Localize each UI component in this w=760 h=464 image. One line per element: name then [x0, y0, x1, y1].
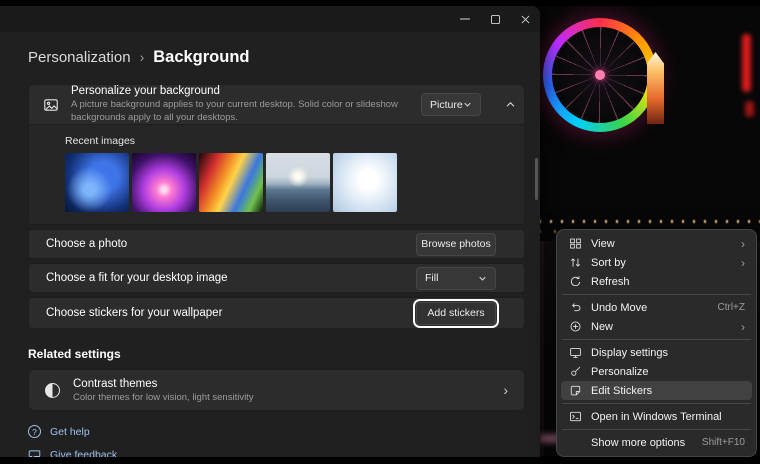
- menu-item-label: Display settings: [591, 347, 668, 359]
- get-help-label: Get help: [50, 426, 90, 438]
- sticker-icon: [568, 384, 582, 397]
- shoreline-lights: [539, 220, 760, 223]
- chevron-up-icon[interactable]: [505, 99, 516, 110]
- menu-item-display-settings[interactable]: Display settings: [561, 343, 752, 362]
- contrast-themes-subtitle: Color themes for low vision, light sensi…: [73, 392, 254, 403]
- choose-photo-row: Choose a photo Browse photos: [28, 229, 525, 259]
- related-settings-heading: Related settings: [28, 347, 525, 361]
- menu-item-view[interactable]: View ›: [561, 234, 752, 253]
- menu-item-personalize[interactable]: Personalize: [561, 362, 752, 381]
- menu-item-edit-stickers[interactable]: Edit Stickers: [561, 381, 752, 400]
- menu-item-label: Sort by: [591, 257, 626, 269]
- choose-photo-label: Choose a photo: [46, 238, 416, 250]
- help-icon: ?: [28, 425, 41, 438]
- menu-item-sort-by[interactable]: Sort by ›: [561, 253, 752, 272]
- picture-icon: [43, 97, 59, 113]
- menu-item-undo-move[interactable]: Undo Move Ctrl+Z: [561, 298, 752, 317]
- card-description: A picture background applies to your cur…: [71, 99, 409, 124]
- breadcrumb-parent[interactable]: Personalization: [28, 49, 131, 66]
- menu-item-shortcut: Shift+F10: [702, 437, 745, 448]
- fit-dropdown[interactable]: Fill: [416, 267, 496, 290]
- menu-separator: [562, 403, 751, 404]
- scrollbar[interactable]: [535, 158, 538, 200]
- menu-separator: [562, 339, 751, 340]
- recent-image-4[interactable]: [266, 153, 330, 212]
- recent-image-3[interactable]: [199, 153, 263, 212]
- close-icon: [521, 15, 530, 24]
- chevron-down-icon: [463, 100, 472, 109]
- red-light-streak-small: [745, 101, 754, 117]
- titlebar: [0, 6, 540, 32]
- personalize-background-expander[interactable]: Personalize your background A picture ba…: [28, 84, 525, 124]
- view-icon: [568, 237, 582, 250]
- add-stickers-button[interactable]: Add stickers: [416, 302, 496, 325]
- chevron-down-icon: [478, 274, 487, 283]
- recent-images-row: [65, 153, 510, 212]
- card-text: Personalize your background A picture ba…: [71, 85, 409, 124]
- settings-content: Personalize your background A picture ba…: [28, 84, 525, 464]
- display-icon: [568, 346, 582, 359]
- maximize-icon: [491, 15, 500, 24]
- contrast-themes-card[interactable]: Contrast themes Color themes for low vis…: [28, 369, 525, 411]
- menu-item-label: Show more options: [591, 437, 685, 449]
- background-type-value: Picture: [430, 99, 463, 111]
- recent-image-2[interactable]: [132, 153, 196, 212]
- choose-stickers-row: Choose stickers for your wallpaper Add s…: [28, 297, 525, 329]
- lit-tower: [647, 52, 664, 124]
- menu-separator: [562, 294, 751, 295]
- card-title: Personalize your background: [71, 85, 409, 97]
- footer-links: ? Get help Give feedback: [28, 425, 525, 461]
- new-icon: [568, 320, 582, 333]
- browse-photos-button[interactable]: Browse photos: [416, 233, 496, 256]
- red-light-streak: [742, 34, 751, 92]
- chevron-right-icon: ›: [503, 382, 508, 398]
- maximize-button[interactable]: [480, 6, 510, 32]
- sort-icon: [568, 256, 582, 269]
- submenu-chevron-icon: ›: [741, 321, 745, 333]
- refresh-icon: [568, 275, 582, 288]
- contrast-text: Contrast themes Color themes for low vis…: [73, 378, 254, 403]
- menu-item-label: New: [591, 321, 613, 333]
- minimize-icon: [460, 14, 470, 24]
- choose-fit-row: Choose a fit for your desktop image Fill: [28, 263, 525, 293]
- menu-item-refresh[interactable]: Refresh: [561, 272, 752, 291]
- menu-separator: [562, 429, 751, 430]
- contrast-themes-title: Contrast themes: [73, 378, 254, 390]
- page-title: Background: [153, 48, 249, 67]
- menu-item-label: Undo Move: [591, 302, 647, 314]
- terminal-icon: [568, 410, 582, 423]
- background-type-dropdown[interactable]: Picture: [421, 93, 481, 116]
- menu-item-label: View: [591, 238, 615, 250]
- paintbrush-icon: [568, 365, 582, 378]
- breadcrumb-separator: ›: [140, 49, 145, 65]
- settings-window: Personalization › Background Personalize…: [0, 6, 540, 464]
- menu-item-shortcut: Ctrl+Z: [718, 302, 746, 313]
- choose-fit-label: Choose a fit for your desktop image: [46, 272, 416, 284]
- menu-item-label: Personalize: [591, 366, 648, 378]
- menu-item-label: Refresh: [591, 276, 630, 288]
- bottom-letterbox: [0, 457, 760, 464]
- submenu-chevron-icon: ›: [741, 257, 745, 269]
- menu-item-show-more-options[interactable]: Show more options Shift+F10: [561, 433, 752, 452]
- recent-image-1[interactable]: [65, 153, 129, 212]
- recent-images-section: Recent images: [28, 124, 525, 225]
- close-button[interactable]: [510, 6, 540, 32]
- recent-image-5[interactable]: [333, 153, 397, 212]
- menu-item-new[interactable]: New ›: [561, 317, 752, 336]
- menu-item-open-in-windows-terminal[interactable]: Open in Windows Terminal: [561, 407, 752, 426]
- context-menu: View › Sort by › Refresh Undo: [556, 229, 757, 457]
- ferris-wheel: [543, 18, 657, 132]
- menu-item-label: Open in Windows Terminal: [591, 411, 722, 423]
- submenu-chevron-icon: ›: [741, 238, 745, 250]
- undo-icon: [568, 301, 582, 314]
- contrast-icon: [45, 383, 60, 398]
- minimize-button[interactable]: [450, 6, 480, 32]
- get-help-link[interactable]: ? Get help: [28, 425, 90, 438]
- choose-stickers-label: Choose stickers for your wallpaper: [46, 307, 416, 319]
- menu-item-label: Edit Stickers: [591, 385, 652, 397]
- recent-images-label: Recent images: [65, 135, 510, 147]
- fit-value: Fill: [425, 272, 438, 284]
- breadcrumb: Personalization › Background: [28, 48, 250, 67]
